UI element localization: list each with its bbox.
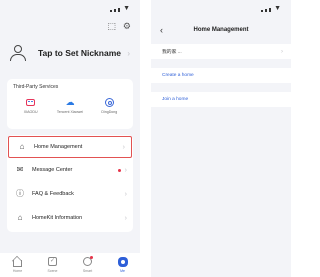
home-icon: ⌂ [19,142,25,151]
menu-item-label: FAQ & Feedback [32,191,74,197]
chevron-right-icon: › [127,48,130,58]
tencent-xiaowei-icon: ☁ [65,96,75,107]
home-name: 我的家 ... [162,50,182,55]
tab-label: Home [12,269,23,273]
service-label: Tencent Xiaowei [56,110,84,114]
third-party-services-title: Third-Party Services [13,84,59,90]
xiaodu-icon [26,98,36,106]
tab-home[interactable]: Home [5,256,31,273]
home-list-item[interactable]: 我的家 ... › [151,44,291,59]
me-screen: ▼ ⬚ ⚙ Tap to Set Nickname › Third-Party … [0,0,140,277]
menu-item-label: Message Center [32,167,73,173]
tab-label: Me [120,269,125,273]
service-dingdong[interactable]: DingDong [93,97,125,114]
join-home-button[interactable]: Join a home [151,92,291,107]
nav-bar: ‹ Home Management [151,20,291,40]
signal-bar-icon [114,9,117,12]
menu-item-label: Home Management [34,144,83,150]
avatar-head-icon [14,45,22,53]
signal-bar-icon [265,9,268,12]
service-label: DingDong [101,110,118,114]
chevron-right-icon: › [124,190,127,198]
tab-bar: Home ✓ Scene Smart Me [0,253,140,277]
create-home-label: Create a home [162,73,194,78]
dingdong-icon [104,97,114,107]
chevron-right-icon: › [122,143,125,151]
tab-label: Scene [47,269,58,273]
home-tab-icon [13,259,22,267]
chevron-right-icon: › [124,214,127,222]
signal-bar-icon [261,10,264,12]
me-tab-icon [117,256,128,267]
smart-tab-icon [83,256,93,266]
nickname-label: Tap to Set Nickname [38,48,121,58]
avatar [10,45,26,61]
menu-item-homekit-information[interactable]: ⌂ HomeKit Information › [7,206,133,230]
tab-scene[interactable]: ✓ Scene [40,256,66,273]
status-bar: ▼ [0,0,140,20]
menu-item-label: HomeKit Information [32,215,83,221]
status-icons: ▼ [261,5,281,12]
service-xiaodu[interactable]: XIAODU [15,97,47,114]
profile-row[interactable]: Tap to Set Nickname › [10,38,130,68]
notification-dot [117,168,121,172]
tab-smart[interactable]: Smart [75,256,101,273]
gear-icon[interactable]: ⚙ [123,22,131,31]
homekit-icon: ⌂ [17,213,23,222]
message-icon: ✉ [16,165,24,174]
page-title: Home Management [193,27,249,33]
status-bar: ▼ [151,0,291,20]
scene-tab-icon: ✓ [48,257,57,266]
wifi-icon: ▼ [123,5,130,12]
menu-item-message-center[interactable]: ✉ Message Center › [7,158,133,182]
scan-icon[interactable]: ⬚ [107,22,116,31]
services-row: XIAODU ☁ Tencent Xiaowei DingDong [7,97,133,114]
wifi-icon: ▼ [274,5,281,12]
signal-bar-icon [110,10,113,12]
signal-bar-icon [269,8,272,12]
top-actions: ⬚ ⚙ [107,22,131,31]
signal-bar-icon [118,8,121,12]
service-label: XIAODU [23,110,38,114]
menu-item-home-management[interactable]: ⌂ Home Management › [8,136,132,158]
third-party-services-card: Third-Party Services XIAODU ☁ Tencent Xi… [7,79,133,129]
menu-card: ⌂ Home Management › ✉ Message Center › ⓘ… [7,135,133,232]
home-management-screen: ▼ ‹ Home Management 我的家 ... › Create a h… [151,0,291,277]
menu-item-faq-feedback[interactable]: ⓘ FAQ & Feedback › [7,182,133,206]
tab-me[interactable]: Me [110,256,136,273]
help-icon: ⓘ [16,189,24,198]
join-home-label: Join a home [162,97,189,102]
avatar-body-icon [10,54,26,61]
service-tencent-xiaowei[interactable]: ☁ Tencent Xiaowei [54,97,86,114]
chevron-right-icon: › [281,48,283,55]
chevron-right-icon: › [124,166,127,174]
status-icons: ▼ [110,5,130,12]
back-chevron-icon[interactable]: ‹ [151,25,175,35]
create-home-button[interactable]: Create a home [151,68,291,83]
tab-label: Smart [82,269,93,273]
